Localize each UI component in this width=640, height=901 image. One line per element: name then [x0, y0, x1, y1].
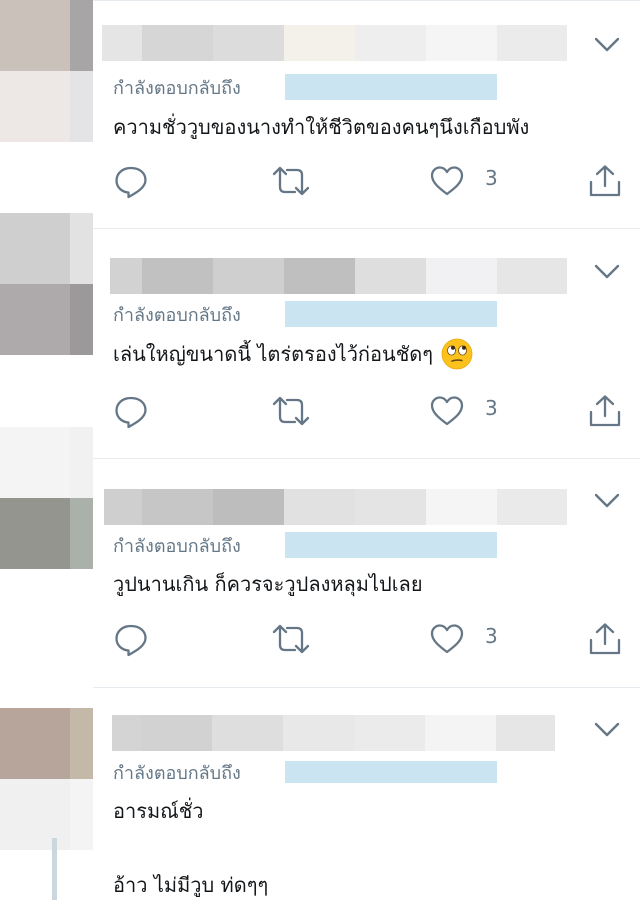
reply-button[interactable] — [113, 163, 149, 199]
reply-timeline: กำลังตอบกลับถึง ความชั่ววูบของนางทำให้ชี… — [0, 0, 640, 900]
username-blurred[interactable] — [104, 489, 567, 525]
reply-tweet[interactable]: กำลังตอบกลับถึง วูปนานเกิน ก็ควรจะวูปลงห… — [0, 427, 640, 688]
reply-tweet[interactable]: กำลังตอบกลับถึง อารมณ์ชั่ว อ้าว ไม่มีวูบ… — [0, 688, 640, 900]
like-button[interactable]: 3 — [429, 393, 498, 429]
replying-to-label: กำลังตอบกลับถึง — [113, 77, 241, 99]
replying-to-label: กำลังตอบกลับถึง — [113, 762, 241, 784]
username-blurred[interactable] — [110, 258, 567, 294]
like-icon — [430, 166, 464, 196]
avatar[interactable] — [0, 213, 93, 355]
replying-to-label: กำลังตอบกลับถึง — [113, 535, 241, 557]
reply-icon — [115, 624, 147, 657]
chevron-down-icon[interactable] — [592, 257, 622, 287]
reply-icon — [115, 166, 147, 199]
reply-tweet[interactable]: กำลังตอบกลับถึง เล่นใหญ่ขนาดนี้ ไตร่ตรอง… — [0, 213, 640, 459]
retweet-icon — [272, 396, 310, 426]
share-button[interactable] — [587, 393, 623, 429]
username-blurred[interactable] — [112, 715, 555, 751]
tweet-text-body: เล่นใหญ่ขนาดนี้ ไตร่ตรองไว้ก่อนชัดๆ — [113, 342, 434, 366]
like-icon — [430, 624, 464, 654]
tweet-text: อารมณ์ชั่ว — [113, 799, 204, 823]
avatar[interactable] — [0, 427, 93, 569]
tweet-text-line-2: อ้าว ไม่มีวูบ ท่ดๆๆ — [113, 873, 269, 897]
like-icon — [430, 396, 464, 426]
share-icon — [589, 623, 621, 655]
retweet-icon — [272, 624, 310, 654]
like-count: 3 — [485, 396, 498, 420]
reply-button[interactable] — [113, 393, 149, 429]
reply-button[interactable] — [113, 621, 149, 657]
mention-link[interactable] — [285, 532, 497, 558]
replying-to-label: กำลังตอบกลับถึง — [113, 304, 241, 326]
reply-tweet[interactable]: กำลังตอบกลับถึง ความชั่ววูบของนางทำให้ชี… — [0, 0, 640, 229]
avatar[interactable] — [0, 0, 93, 142]
retweet-button[interactable] — [271, 393, 311, 429]
retweet-button[interactable] — [271, 163, 311, 199]
mention-link[interactable] — [285, 301, 497, 327]
username-blurred[interactable] — [102, 25, 567, 61]
like-button[interactable]: 3 — [429, 163, 498, 199]
tweet-text: วูปนานเกิน ก็ควรจะวูปลงหลุมไปเลย — [113, 572, 423, 596]
retweet-icon — [272, 166, 310, 196]
reply-icon — [115, 396, 147, 429]
chevron-down-icon[interactable] — [592, 486, 622, 516]
share-button[interactable] — [587, 163, 623, 199]
like-count: 3 — [485, 624, 498, 648]
share-icon — [589, 395, 621, 427]
like-button[interactable]: 3 — [429, 621, 498, 657]
divider — [93, 228, 640, 229]
thread-connector — [52, 838, 57, 900]
share-button[interactable] — [587, 621, 623, 657]
mention-link[interactable] — [285, 74, 497, 100]
tweet-text: เล่นใหญ่ขนาดนี้ ไตร่ตรองไว้ก่อนชัดๆ — [113, 337, 473, 371]
mention-link[interactable] — [285, 761, 497, 783]
avatar[interactable] — [0, 708, 93, 850]
chevron-down-icon[interactable] — [592, 715, 622, 745]
chevron-down-icon[interactable] — [592, 30, 622, 60]
like-count: 3 — [485, 166, 498, 190]
share-icon — [589, 165, 621, 197]
face-with-rolling-eyes-icon — [441, 338, 473, 370]
tweet-text: ความชั่ววูบของนางทำให้ชีวิตของคนๆนึงเกือ… — [113, 115, 530, 139]
retweet-button[interactable] — [271, 621, 311, 657]
